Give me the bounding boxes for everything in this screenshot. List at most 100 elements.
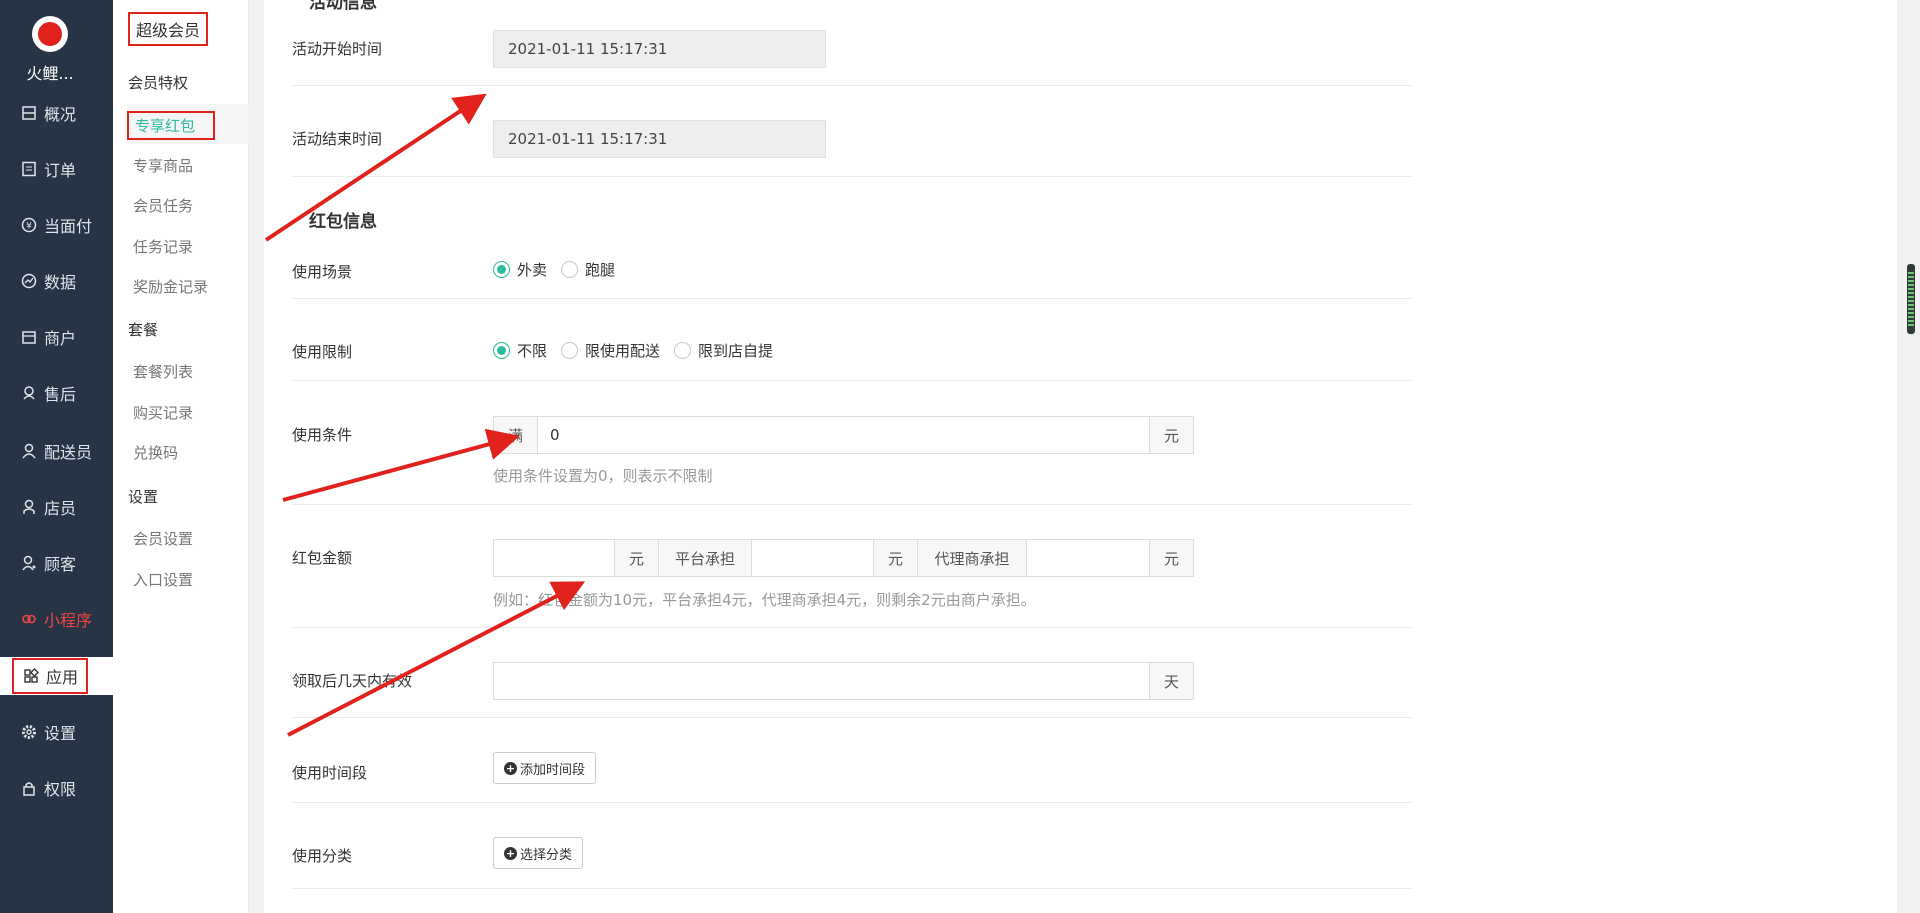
nav-label: 概况 (44, 105, 77, 124)
apps-icon (22, 667, 40, 685)
radio-limit-pickup[interactable]: 限到店自提 (674, 340, 773, 361)
form-row-condition: 使用条件 满 0 元 使用条件设置为0，则表示不限制 (292, 381, 1412, 505)
radio-limit-none[interactable]: 不限 (493, 340, 547, 361)
sub-item-exclusive-redpack[interactable]: 专享红包 (127, 111, 215, 140)
nav-item-customer[interactable]: 顾客 (0, 544, 113, 582)
button-label: 选择分类 (520, 847, 573, 863)
condition-suffix: 元 (1149, 416, 1194, 454)
miniprogram-icon (20, 610, 38, 628)
agent-unit: 元 (1149, 539, 1194, 577)
field-label: 使用场景 (292, 263, 353, 281)
scrollbar-track[interactable] (1897, 0, 1920, 913)
form-row-end: 活动结束时间 2021-01-11 15:17:31 (292, 86, 1412, 177)
field-label: 活动开始时间 (292, 40, 383, 58)
sub-title: 超级会员 (128, 12, 209, 46)
agent-input[interactable] (1026, 539, 1150, 577)
sub-item-entry-settings[interactable]: 入口设置 (133, 569, 193, 590)
form-row-amount: 红包金额 元 平台承担 元 代理商承担 元 例如：红包金额为10元，平台承担4元… (292, 505, 1412, 628)
form-row-valid: 领取后几天内有效 天 (292, 628, 1412, 718)
amount-hint: 例如：红包金额为10元，平台承担4元，代理商承担4元，则剩余2元由商户承担。 (493, 591, 1036, 609)
start-time-input[interactable]: 2021-01-11 15:17:31 (493, 30, 826, 68)
sub-group-privilege: 会员特权 (128, 74, 189, 92)
gear-icon (20, 723, 38, 741)
order-icon (20, 160, 38, 178)
condition-input[interactable]: 0 (537, 416, 1150, 454)
sub-group-package: 套餐 (128, 321, 159, 339)
select-category-button[interactable]: + 选择分类 (493, 837, 584, 869)
sub-item-exclusive-goods[interactable]: 专享商品 (133, 155, 193, 176)
nav-label: 商户 (44, 329, 77, 348)
sub-item-task-record[interactable]: 任务记录 (133, 236, 193, 257)
radio-limit-delivery[interactable]: 限使用配送 (561, 340, 660, 361)
nav-label: 设置 (44, 724, 77, 743)
sub-item-bonus-record[interactable]: 奖励金记录 (133, 276, 208, 297)
apps-highlight: 应用 (12, 658, 89, 694)
form-row-scene: 使用场景 外卖 跑腿 (292, 235, 1412, 299)
logo-icon (32, 16, 68, 52)
nav-item-merchant[interactable]: 商户 (0, 318, 113, 356)
field-label: 领取后几天内有效 (292, 672, 413, 690)
nav-item-clerk[interactable]: 店员 (0, 488, 113, 526)
amount-input[interactable] (493, 539, 615, 577)
platform-label: 平台承担 (658, 539, 752, 577)
radio-dot (493, 342, 510, 359)
nav-item-order[interactable]: 订单 (0, 150, 113, 188)
limit-radio-group: 不限 限使用配送 限到店自提 (493, 340, 787, 361)
field-label: 活动结束时间 (292, 130, 383, 148)
nav-label: 订单 (44, 161, 77, 180)
platform-unit: 元 (873, 539, 918, 577)
form-row-category: 使用分类 + 选择分类 (292, 803, 1412, 889)
nav-item-courier[interactable]: 配送员 (0, 432, 113, 470)
valid-days-input[interactable] (493, 662, 1150, 700)
section-title-redpack: 红包信息 (309, 212, 377, 232)
brand-name: 火鲤... (26, 64, 74, 83)
field-label: 使用条件 (292, 426, 353, 444)
nav-label: 权限 (44, 780, 77, 799)
sub-item-package-list[interactable]: 套餐列表 (133, 361, 193, 382)
secondary-sidebar: 超级会员 会员特权 专享红包 专享商品 会员任务 任务记录 奖励金记录 套餐 套… (113, 0, 249, 913)
chart-icon (20, 272, 38, 290)
nav-item-aftersale[interactable]: 售后 (0, 374, 113, 412)
sub-item-redeem-code[interactable]: 兑换码 (133, 442, 178, 463)
radio-dot (561, 261, 579, 278)
sub-item-purchase-record[interactable]: 购买记录 (133, 402, 193, 423)
yuan-icon: ¥ (20, 216, 38, 234)
button-label: 添加时间段 (520, 762, 586, 778)
amount-unit: 元 (614, 539, 659, 577)
agent-label: 代理商承担 (917, 539, 1027, 577)
scrollbar-thumb[interactable] (1907, 264, 1915, 334)
nav-item-settings[interactable]: 设置 (0, 713, 113, 751)
nav-item-data[interactable]: 数据 (0, 262, 113, 300)
valid-days-unit: 天 (1149, 662, 1194, 700)
svg-text:¥: ¥ (26, 222, 32, 232)
platform-input[interactable] (751, 539, 874, 577)
nav-item-overview[interactable]: 概况 (0, 94, 113, 132)
sub-item-member-task[interactable]: 会员任务 (133, 195, 193, 216)
condition-prefix: 满 (493, 416, 538, 454)
store-icon (20, 328, 38, 346)
sub-group-settings: 设置 (128, 488, 159, 506)
radio-dot (561, 342, 579, 359)
add-period-button[interactable]: + 添加时间段 (493, 752, 597, 784)
radio-scene-takeout[interactable]: 外卖 (493, 259, 547, 280)
nav-label: 店员 (44, 499, 77, 518)
field-label: 红包金额 (292, 549, 353, 567)
primary-sidebar: 火鲤... 概况 订单 ¥ 当面付 数据 商户 售后 配送员 店员 顾客 小程序… (0, 0, 113, 913)
nav-label: 当面付 (44, 217, 93, 236)
end-time-input[interactable]: 2021-01-11 15:17:31 (493, 120, 826, 158)
nav-label: 小程序 (44, 611, 93, 630)
nav-label: 应用 (46, 668, 79, 687)
overview-icon (20, 104, 38, 122)
nav-item-permission[interactable]: 权限 (0, 769, 113, 807)
nav-item-miniprogram[interactable]: 小程序 (0, 600, 113, 638)
app-window: 火鲤... 概况 订单 ¥ 当面付 数据 商户 售后 配送员 店员 顾客 小程序… (0, 0, 1920, 913)
main-content: 活动信息 活动开始时间 2021-01-11 15:17:31 活动结束时间 2… (264, 0, 1897, 913)
nav-label: 顾客 (44, 555, 77, 574)
field-label: 使用限制 (292, 343, 353, 361)
sub-item-member-settings[interactable]: 会员设置 (133, 528, 193, 549)
radio-scene-errand[interactable]: 跑腿 (561, 259, 615, 280)
radio-label: 限使用配送 (585, 342, 661, 360)
nav-item-pay[interactable]: ¥ 当面付 (0, 206, 113, 244)
nav-item-apps[interactable]: 应用 (0, 657, 113, 695)
courier-icon (20, 442, 38, 460)
